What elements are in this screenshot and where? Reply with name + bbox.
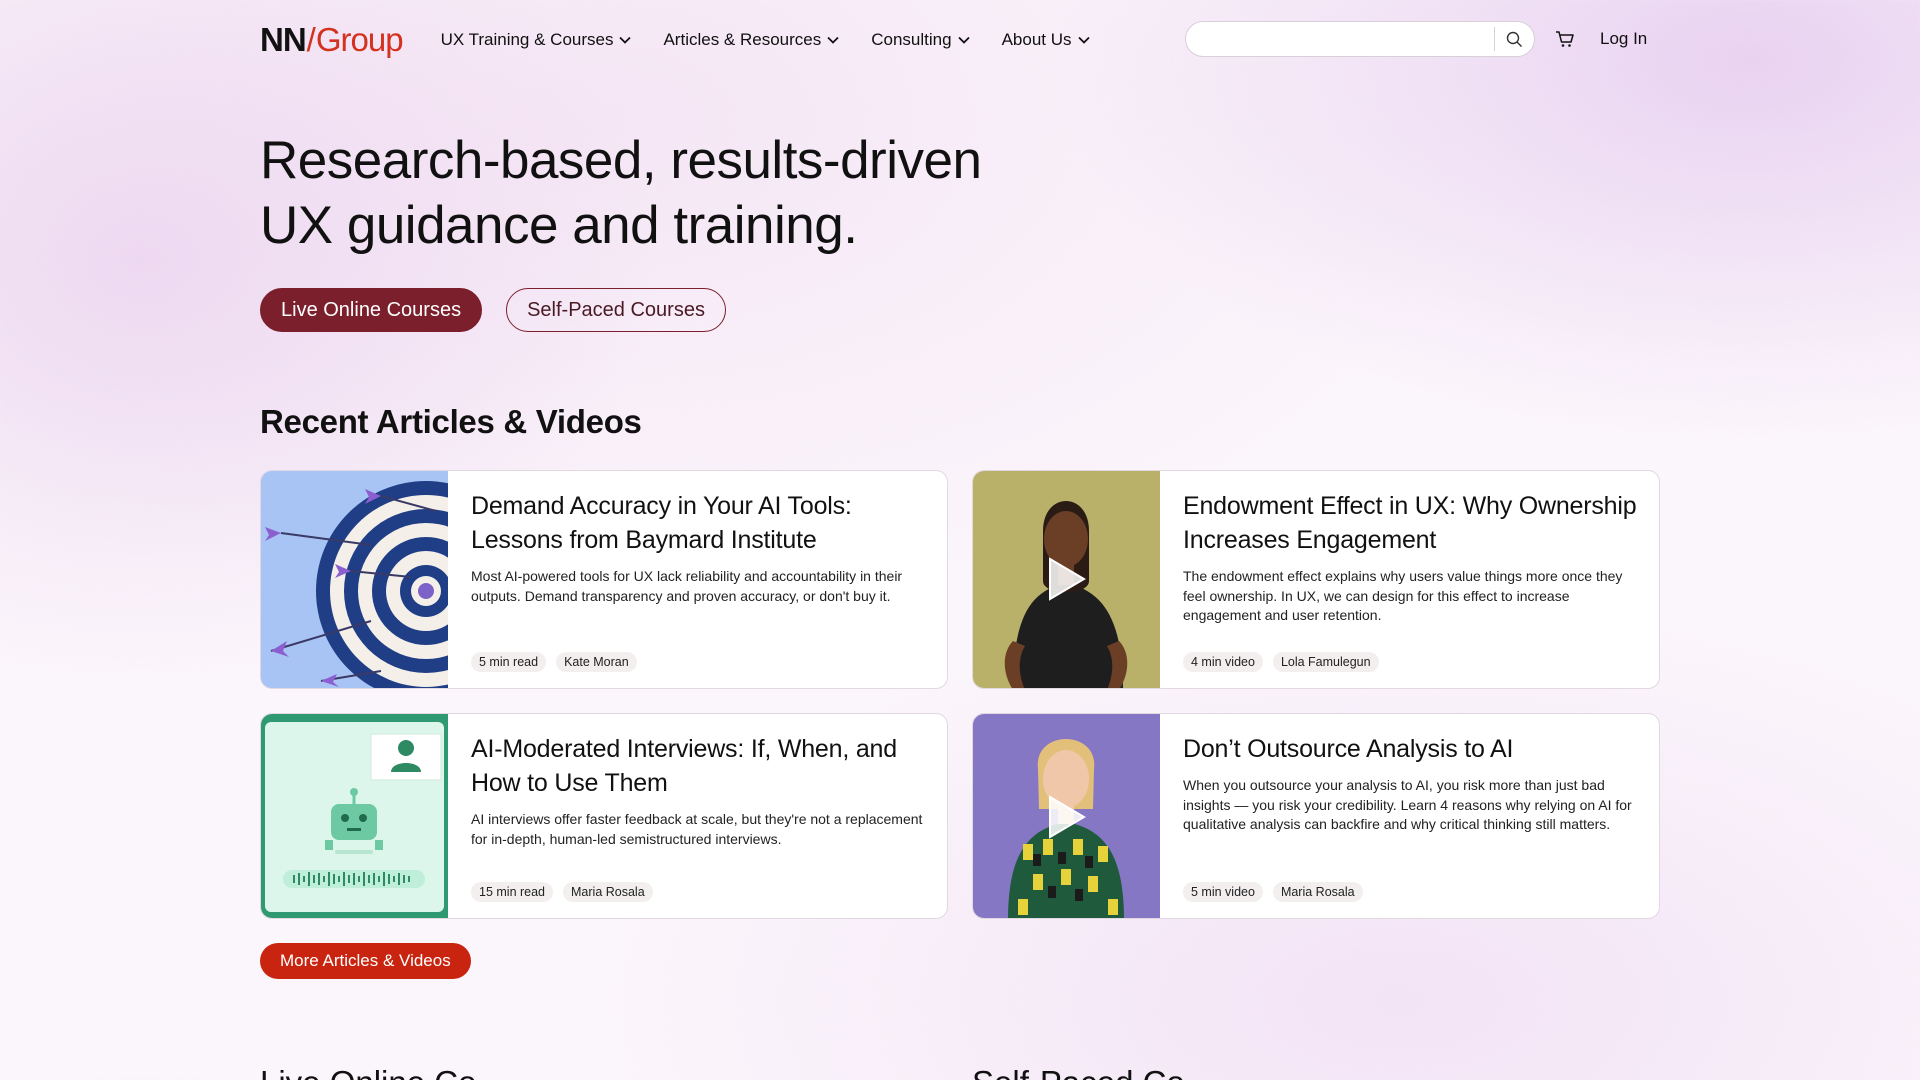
search-input[interactable] [1186, 22, 1494, 56]
search-box [1185, 21, 1535, 57]
card-title[interactable]: Endowment Effect in UX: Why Ownership In… [1183, 489, 1637, 557]
card-description: Most AI-powered tools for UX lack reliab… [471, 568, 903, 604]
nav-consulting[interactable]: Consulting [871, 30, 970, 50]
duration-badge: 4 min video [1183, 652, 1263, 672]
author-badge: Kate Moran [556, 652, 637, 672]
nav-articles-resources[interactable]: Articles & Resources [663, 30, 839, 50]
recent-articles-heading: Recent Articles & Videos [260, 403, 642, 440]
hero-buttons: Live Online Courses Self-Paced Courses [260, 288, 726, 332]
search-button[interactable] [1494, 27, 1534, 51]
hero-title-line-2: UX guidance and training. [260, 196, 858, 255]
card-title[interactable]: AI-Moderated Interviews: If, When, and H… [471, 732, 925, 800]
article-card[interactable]: AI-Moderated Interviews: If, When, and H… [260, 713, 948, 919]
card-description: AI interviews offer faster feedback at s… [471, 811, 923, 847]
hero-title: Research-based, results-driven UX guidan… [260, 128, 982, 258]
cart-icon[interactable] [1554, 28, 1576, 50]
play-icon[interactable] [1046, 556, 1088, 602]
logo-nn: NN [260, 21, 307, 58]
duration-badge: 5 min read [471, 652, 547, 672]
more-articles-videos-button[interactable]: More Articles & Videos [260, 943, 471, 979]
search-icon [1506, 31, 1522, 47]
duration-badge: 5 min video [1183, 882, 1263, 902]
video-card[interactable]: Endowment Effect in UX: Why Ownership In… [972, 470, 1660, 689]
card-body: Don’t Outsource Analysis to AI When you … [1160, 714, 1659, 918]
live-online-courses-button[interactable]: Live Online Courses [260, 288, 483, 332]
chevron-down-icon [957, 36, 970, 44]
card-meta: 5 min video Maria Rosala [1183, 882, 1363, 902]
target-arrows-illustration [261, 471, 448, 688]
card-meta: 15 min read Maria Rosala [471, 882, 653, 902]
card-body: Endowment Effect in UX: Why Ownership In… [1160, 471, 1659, 688]
card-meta: 5 min read Kate Moran [471, 652, 637, 672]
card-title[interactable]: Demand Accuracy in Your AI Tools: Lesson… [471, 489, 925, 557]
main-nav: UX Training & Courses Articles & Resourc… [441, 30, 1090, 50]
live-online-courses-heading: Live Online Co [260, 1064, 476, 1080]
chevron-down-icon [1077, 36, 1090, 44]
card-description: The endowment effect explains why users … [1183, 568, 1623, 623]
logo-slash: / [306, 21, 316, 58]
nngroup-logo[interactable]: NN / Group [260, 21, 404, 59]
robot-interview-illustration [261, 714, 448, 918]
site-header: NN / Group UX Training & Courses Articles … [260, 18, 1660, 62]
presenter-video-thumbnail [973, 471, 1160, 688]
chevron-down-icon [827, 36, 839, 44]
nav-ux-training[interactable]: UX Training & Courses [441, 30, 632, 50]
author-badge: Maria Rosala [563, 882, 653, 902]
author-badge: Maria Rosala [1272, 882, 1363, 902]
card-body: Demand Accuracy in Your AI Tools: Lesson… [448, 471, 947, 688]
card-description: When you outsource your analysis to AI, … [1183, 777, 1632, 832]
author-badge: Lola Famulegun [1272, 652, 1379, 672]
self-paced-courses-heading: Self-Paced Co [972, 1064, 1185, 1080]
chevron-down-icon [619, 36, 632, 44]
card-title[interactable]: Don’t Outsource Analysis to AI [1183, 732, 1637, 766]
nav-about-us[interactable]: About Us [1002, 30, 1090, 50]
card-body: AI-Moderated Interviews: If, When, and H… [448, 714, 947, 918]
login-link[interactable]: Log In [1600, 29, 1647, 49]
logo-group: Group [315, 21, 404, 58]
card-meta: 4 min video Lola Famulegun [1183, 652, 1379, 672]
play-icon[interactable] [1046, 794, 1088, 840]
duration-badge: 15 min read [471, 882, 554, 902]
article-card[interactable]: Demand Accuracy in Your AI Tools: Lesson… [260, 470, 948, 689]
hero-title-line-1: Research-based, results-driven [260, 131, 982, 190]
self-paced-courses-button[interactable]: Self-Paced Courses [506, 288, 726, 332]
video-card[interactable]: Don’t Outsource Analysis to AI When you … [972, 713, 1660, 919]
presenter-video-thumbnail [973, 714, 1160, 918]
